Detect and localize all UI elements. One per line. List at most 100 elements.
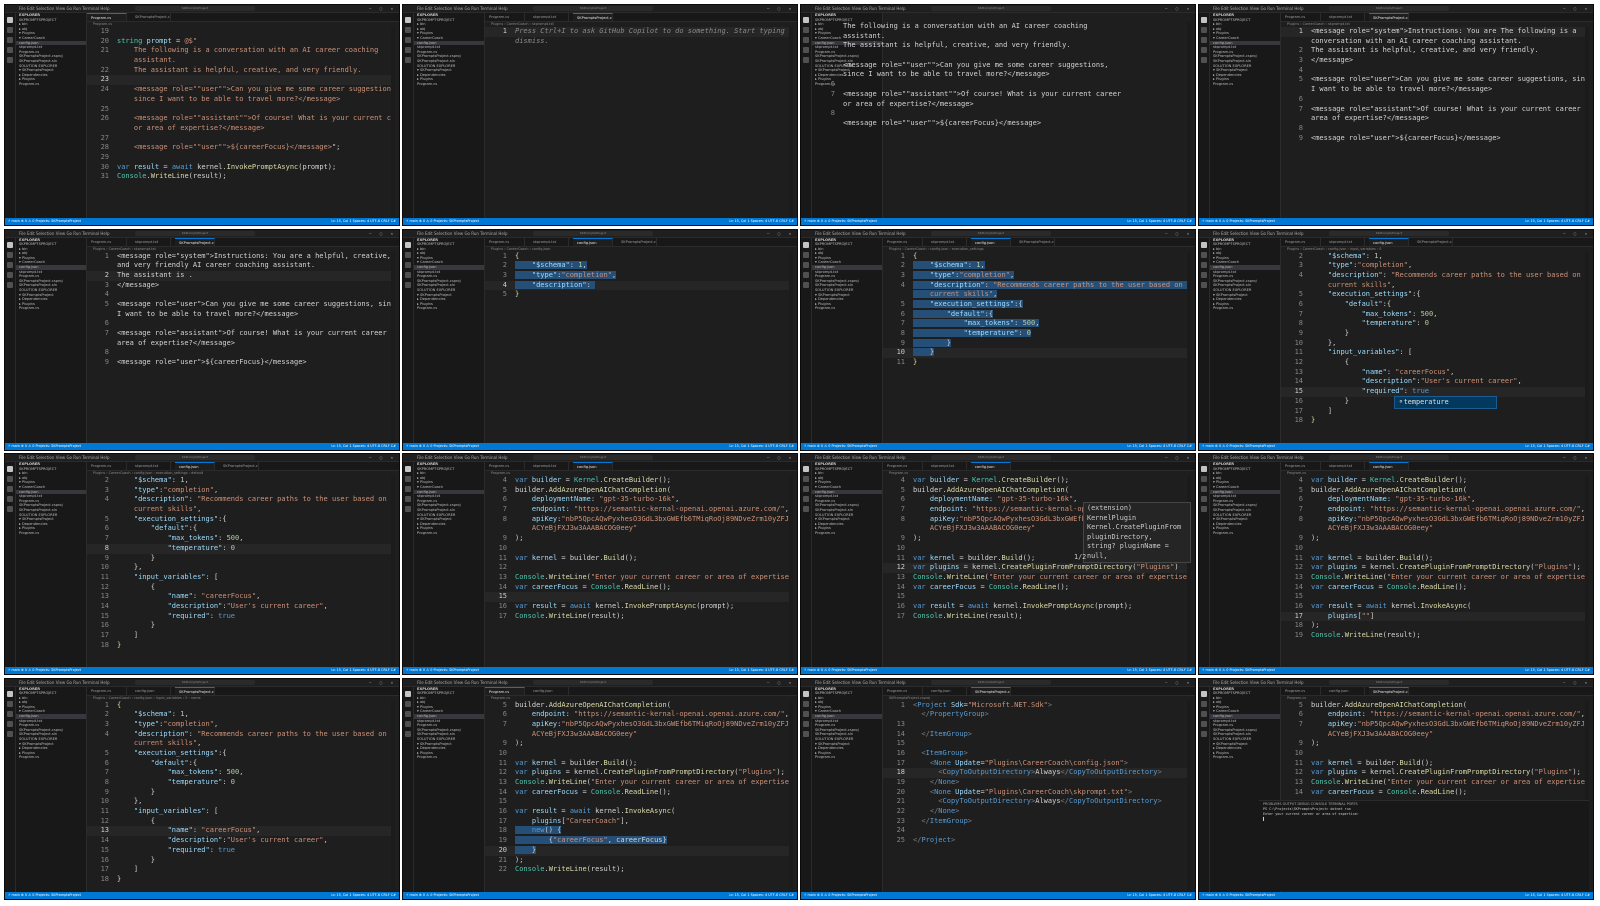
status-left[interactable]: ⚡ main ⊗ 0 ⚠ 0 Projects: SKPromptsProjec…	[804, 667, 877, 674]
command-center-search[interactable]: SKPromptsProject	[135, 679, 255, 685]
search-icon[interactable]	[7, 251, 13, 258]
explorer-item[interactable]: Program.cs	[16, 755, 86, 760]
command-center-search[interactable]: SKPromptsProject	[1329, 455, 1449, 460]
source-control-icon[interactable]	[405, 37, 411, 43]
window-controls[interactable]: — ▢ ✕	[767, 230, 794, 237]
run-debug-icon[interactable]	[803, 496, 809, 502]
menu-bar[interactable]: File Edit Selection View Go Run Terminal…	[1213, 230, 1304, 237]
menu-bar[interactable]: File Edit Selection View Go Run Terminal…	[19, 230, 110, 237]
command-center-search[interactable]: SKPromptsProject	[135, 6, 255, 11]
source-control-icon[interactable]	[405, 486, 411, 492]
window-controls[interactable]: — ▢ ✕	[1563, 679, 1590, 686]
window-controls[interactable]: — ▢ ✕	[369, 5, 396, 12]
signature-help-popup[interactable]: (extension) KernelPlugin Kernel.CreatePl…	[1083, 502, 1191, 563]
autocomplete-suggestion[interactable]: ⚬temperature	[1394, 395, 1497, 409]
tab-skpromptsproject-csproj[interactable]: SKPromptsProject.csproj	[175, 686, 215, 695]
explorer-item[interactable]: Program.cs	[812, 531, 882, 536]
tab-skpromptsproject-csproj[interactable]: SKPromptsProject.csproj	[219, 462, 259, 470]
command-center-search[interactable]: SKPromptsProject	[931, 455, 1051, 460]
minimap[interactable]	[391, 476, 395, 666]
search-icon[interactable]	[1201, 476, 1207, 482]
tab-program-cs[interactable]: Program.cs	[485, 237, 525, 246]
extensions-icon[interactable]	[405, 281, 411, 288]
tab-program-cs[interactable]: Program.cs	[883, 462, 923, 470]
extensions-icon[interactable]	[1201, 57, 1207, 63]
tab-skprompt-txt[interactable]: skprompt.txt	[1325, 462, 1365, 470]
status-right[interactable]: Ln 15, Col 1 Spaces: 4 UTF-8 CRLF C#	[1525, 892, 1590, 899]
tab-config-json[interactable]: config.json	[573, 462, 613, 470]
terminal-panel[interactable]: PROBLEMS OUTPUT DEBUG CONSOLE TERMINAL P…	[1259, 799, 1589, 891]
status-right[interactable]: Ln 15, Col 1 Spaces: 4 UTF-8 CRLF C#	[729, 443, 794, 450]
search-icon[interactable]	[7, 700, 13, 707]
window-controls[interactable]: — ▢ ✕	[767, 454, 794, 461]
minimap[interactable]	[1187, 251, 1191, 442]
window-controls[interactable]: — ▢ ✕	[767, 679, 794, 686]
run-debug-icon[interactable]	[405, 496, 411, 502]
status-left[interactable]: ⚡ main ⊗ 0 ⚠ 0 Projects: SKPromptsProjec…	[804, 218, 877, 225]
code-editor[interactable]: The following is a conversation with an …	[813, 22, 1191, 217]
extensions-icon[interactable]	[405, 57, 411, 63]
status-left[interactable]: ⚡ main ⊗ 0 ⚠ 0 Projects: SKPromptsProjec…	[804, 443, 877, 450]
window-controls[interactable]: — ▢ ✕	[1165, 5, 1192, 12]
tab-program-cs[interactable]: Program.cs	[485, 13, 525, 21]
status-left[interactable]: ⚡ main ⊗ 0 ⚠ 0 Projects: SKPromptsProjec…	[406, 443, 479, 450]
run-debug-icon[interactable]	[1201, 496, 1207, 502]
status-right[interactable]: Ln 15, Col 1 Spaces: 4 UTF-8 CRLF C#	[1127, 218, 1192, 225]
source-control-icon[interactable]	[803, 261, 809, 268]
status-left[interactable]: ⚡ main ⊗ 0 ⚠ 0 Projects: SKPromptsProjec…	[8, 443, 81, 450]
minimap[interactable]	[789, 251, 793, 442]
explorer-icon[interactable]	[1201, 690, 1207, 697]
explorer-icon[interactable]	[405, 690, 411, 697]
extensions-icon[interactable]	[803, 281, 809, 288]
status-left[interactable]: ⚡ main ⊗ 0 ⚠ 0 Projects: SKPromptsProjec…	[8, 667, 81, 674]
status-left[interactable]: ⚡ main ⊗ 0 ⚠ 0 Projects: SKPromptsProjec…	[1202, 892, 1275, 899]
tab-skpromptsproject-csproj[interactable]: SKPromptsProject.csproj	[1369, 13, 1409, 21]
status-right[interactable]: Ln 15, Col 1 Spaces: 4 UTF-8 CRLF C#	[1127, 892, 1192, 899]
status-left[interactable]: ⚡ main ⊗ 0 ⚠ 0 Projects: SKPromptsProjec…	[804, 892, 877, 899]
status-right[interactable]: Ln 15, Col 1 Spaces: 4 UTF-8 CRLF C#	[1525, 443, 1590, 450]
tab-skprompt-txt[interactable]: skprompt.txt	[131, 462, 171, 470]
tab-skpromptsproject-csproj[interactable]: SKPromptsProject.csproj	[617, 237, 657, 246]
tab-config-json[interactable]: config.json	[573, 237, 613, 246]
source-control-icon[interactable]	[803, 710, 809, 717]
status-right[interactable]: Ln 15, Col 1 Spaces: 4 UTF-8 CRLF C#	[1525, 218, 1590, 225]
explorer-item[interactable]: Program.cs	[414, 82, 484, 87]
command-center-search[interactable]: SKPromptsProject	[1329, 6, 1449, 11]
search-icon[interactable]	[803, 27, 809, 33]
source-control-icon[interactable]	[1201, 710, 1207, 717]
command-center-search[interactable]: SKPromptsProject	[931, 679, 1051, 685]
explorer-icon[interactable]	[1201, 17, 1207, 23]
explorer-item[interactable]: Program.cs	[414, 306, 484, 311]
explorer-icon[interactable]	[405, 241, 411, 248]
menu-bar[interactable]: File Edit Selection View Go Run Terminal…	[417, 679, 508, 686]
explorer-icon[interactable]	[1201, 466, 1207, 472]
tab-skpromptsproject-csproj[interactable]: SKPromptsProject.csproj	[131, 13, 171, 21]
command-center-search[interactable]: SKPromptsProject	[533, 230, 653, 236]
status-right[interactable]: Ln 15, Col 1 Spaces: 4 UTF-8 CRLF C#	[1127, 667, 1192, 674]
run-debug-icon[interactable]	[803, 271, 809, 278]
code-editor[interactable]: 1 Press Ctrl+I to ask GitHub Copilot to d…	[485, 27, 793, 217]
window-controls[interactable]: — ▢ ✕	[1165, 679, 1192, 686]
explorer-icon[interactable]	[7, 690, 13, 697]
run-debug-icon[interactable]	[7, 720, 13, 727]
minimap[interactable]	[789, 476, 793, 666]
search-icon[interactable]	[405, 476, 411, 482]
status-left[interactable]: ⚡ main ⊗ 0 ⚠ 0 Projects: SKPromptsProjec…	[406, 892, 479, 899]
extensions-icon[interactable]	[7, 730, 13, 737]
run-debug-icon[interactable]	[7, 496, 13, 502]
menu-bar[interactable]: File Edit Selection View Go Run Terminal…	[417, 230, 508, 237]
minimap[interactable]	[1187, 22, 1191, 217]
source-control-icon[interactable]	[803, 37, 809, 43]
explorer-icon[interactable]	[7, 17, 13, 23]
status-left[interactable]: ⚡ main ⊗ 0 ⚠ 0 Projects: SKPromptsProjec…	[406, 667, 479, 674]
tab-skpromptsproject-csproj[interactable]: SKPromptsProject.csproj	[1413, 237, 1453, 246]
status-left[interactable]: ⚡ main ⊗ 0 ⚠ 0 Projects: SKPromptsProjec…	[1202, 667, 1275, 674]
command-center-search[interactable]: SKPromptsProject	[135, 455, 255, 460]
tab-skprompt-txt[interactable]: skprompt.txt	[131, 237, 171, 246]
minimap[interactable]	[1187, 700, 1191, 891]
status-left[interactable]: ⚡ main ⊗ 0 ⚠ 0 Projects: SKPromptsProjec…	[8, 218, 81, 225]
tab-skpromptsproject-csproj[interactable]: SKPromptsProject.csproj	[1369, 686, 1409, 695]
explorer-item[interactable]: Program.cs	[16, 306, 86, 311]
minimap[interactable]	[391, 700, 395, 891]
window-controls[interactable]: — ▢ ✕	[767, 5, 794, 12]
